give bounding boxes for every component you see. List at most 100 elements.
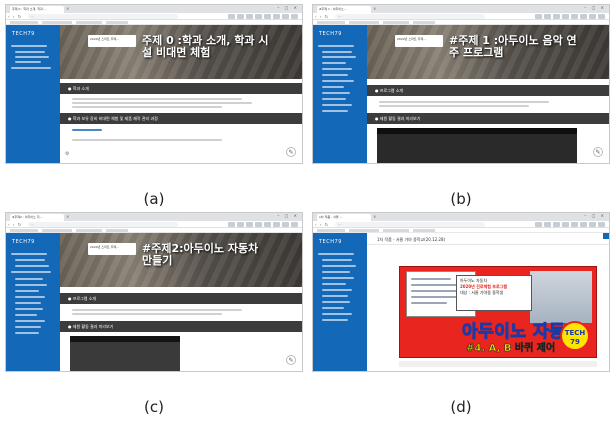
- sidebar-item[interactable]: [11, 45, 47, 47]
- screenshot-panel-b: #주제 1 : 아두이노... × – ▢ × ‹ › ↻ ... TECH79…: [312, 4, 610, 164]
- sidebar-item[interactable]: [15, 326, 41, 328]
- site-logo[interactable]: TECH79: [12, 31, 35, 37]
- close-icon[interactable]: ×: [373, 214, 376, 219]
- hero-subtitle: 2020년 스마트 주제...: [88, 35, 136, 47]
- extension-icons[interactable]: [228, 14, 298, 19]
- window-controls-icon[interactable]: – ▢ ×: [584, 5, 606, 10]
- window-controls-icon[interactable]: – ▢ ×: [277, 213, 299, 218]
- sidebar-item[interactable]: [15, 314, 37, 316]
- thumbnail-subtitle: #4. A, B 바퀴 제어: [466, 343, 556, 355]
- sidebar-item[interactable]: [15, 259, 45, 261]
- sidebar-item[interactable]: [15, 284, 47, 286]
- screenshot-panel-a: 주제 0 : 학과 소개, 학과... × – ▢ × ‹ › ↻ ... TE…: [5, 4, 303, 164]
- sidebar-item[interactable]: [15, 290, 39, 292]
- video-player[interactable]: [377, 128, 577, 163]
- tab-bar: #주제 1 : 아두이노... × – ▢ ×: [313, 5, 609, 13]
- sidebar-item[interactable]: [322, 92, 350, 94]
- sidebar-item[interactable]: [322, 259, 352, 261]
- section-header: ● 제원 활동 결과 미리보기: [60, 321, 302, 332]
- video-player[interactable]: [70, 336, 180, 371]
- sidebar-item[interactable]: [322, 271, 350, 273]
- sidebar-item[interactable]: [15, 302, 41, 304]
- nav-arrows-icon[interactable]: ‹ › ↻: [315, 14, 329, 19]
- sidebar-item[interactable]: [322, 301, 350, 303]
- window-controls-icon[interactable]: – ▢ ×: [584, 213, 606, 218]
- window-controls-icon[interactable]: – ▢ ×: [277, 5, 299, 10]
- site-logo[interactable]: TECH79: [319, 31, 342, 37]
- edit-pencil-icon[interactable]: ✎: [286, 355, 296, 365]
- edit-pencil-icon[interactable]: ✎: [286, 147, 296, 157]
- section-header: ● 프로그램 소개: [367, 85, 609, 96]
- program-info-card: 아두이노 자동차 2020년 진로체험 프로그램 대상 : 서울 가야중 중학생: [456, 275, 532, 311]
- sidebar-item[interactable]: [15, 296, 45, 298]
- sidebar-item[interactable]: [322, 283, 346, 285]
- extension-icons[interactable]: [535, 14, 605, 19]
- sidebar-item[interactable]: [322, 110, 348, 112]
- nav-arrows-icon[interactable]: ‹ › ↻: [8, 14, 22, 19]
- menu-icon[interactable]: [603, 233, 609, 239]
- sidebar-item[interactable]: [322, 56, 356, 58]
- url-field[interactable]: ...: [28, 222, 178, 227]
- browser-tab[interactable]: #주제 1 : 아두이노...: [317, 6, 371, 13]
- browser-tab[interactable]: 주제 0 : 학과 소개, 학과...: [10, 6, 64, 13]
- sidebar-item[interactable]: [15, 51, 45, 53]
- main-content: 2020년 스마트 주제... 주제 0 :학과 소개, 학과 시설 비대면 체…: [60, 25, 302, 163]
- browser-tab[interactable]: 1차 작품 - 서울 ...: [317, 214, 371, 221]
- close-icon[interactable]: ×: [66, 6, 69, 11]
- video-thumbnail[interactable]: 아두이노 자동차 2020년 진로체험 프로그램 대상 : 서울 가야중 중학생…: [399, 266, 597, 358]
- url-field[interactable]: ...: [335, 14, 485, 19]
- hero-subtitle: 2020년 스마트 주제...: [395, 35, 443, 47]
- settings-icon[interactable]: ⚙: [65, 151, 69, 157]
- sidebar-item[interactable]: [322, 289, 352, 291]
- close-icon[interactable]: ×: [373, 6, 376, 11]
- sidebar-item[interactable]: [11, 253, 47, 255]
- site-logo[interactable]: TECH79: [319, 239, 342, 245]
- tab-bar: 1차 작품 - 서울 ... × – ▢ ×: [313, 213, 609, 221]
- address-bar: ‹ › ↻ ...: [6, 13, 302, 20]
- sidebar-item[interactable]: [15, 265, 49, 267]
- sidebar-item[interactable]: [322, 313, 352, 315]
- main-content: 1차 작품 - 서울 가야 중학교(20.12.28) 아두이노 자동차 202…: [367, 233, 609, 371]
- main-content: 2020년 스마트 주제... #주제2:아두이노 자동차 만들기 ● 프로그램…: [60, 233, 302, 371]
- link[interactable]: [72, 129, 102, 131]
- url-field[interactable]: ...: [28, 14, 178, 19]
- sidebar-item[interactable]: [322, 62, 346, 64]
- sidebar-item[interactable]: [322, 265, 356, 267]
- browser-tab[interactable]: #주제2 : 아두이노 자...: [10, 214, 64, 221]
- sidebar-item[interactable]: [322, 68, 352, 70]
- sidebar-item[interactable]: [15, 278, 43, 280]
- sidebar-item[interactable]: [322, 74, 348, 76]
- sidebar-item[interactable]: [322, 80, 354, 82]
- site-logo[interactable]: TECH79: [12, 239, 35, 245]
- sidebar-item[interactable]: [322, 295, 348, 297]
- sidebar-item[interactable]: [322, 307, 344, 309]
- edit-pencil-icon[interactable]: ✎: [593, 147, 603, 157]
- nav-arrows-icon[interactable]: ‹ › ↻: [315, 222, 329, 227]
- sidebar-item[interactable]: [318, 253, 354, 255]
- hero-banner: 2020년 스마트 주제... #주제 1 :아두이노 음악 연주 프로그램: [367, 25, 609, 79]
- hero-banner: 2020년 스마트 주제... 주제 0 :학과 소개, 학과 시설 비대면 체…: [60, 25, 302, 79]
- section-header: ● 프로그램 소개: [60, 293, 302, 304]
- sidebar-item[interactable]: [322, 104, 352, 106]
- sidebar-item[interactable]: [15, 61, 41, 63]
- sidebar-item[interactable]: [322, 86, 344, 88]
- sidebar-item[interactable]: [11, 271, 51, 273]
- sidebar-item[interactable]: [15, 308, 43, 310]
- sidebar-item[interactable]: [15, 56, 49, 58]
- url-field[interactable]: ...: [335, 222, 485, 227]
- extension-icons[interactable]: [535, 222, 605, 227]
- address-bar: ‹ › ↻ ...: [313, 13, 609, 20]
- extension-icons[interactable]: [228, 222, 298, 227]
- sidebar-item[interactable]: [15, 320, 45, 322]
- sidebar-item[interactable]: [322, 51, 352, 53]
- sidebar-item[interactable]: [318, 45, 354, 47]
- video-controls[interactable]: [399, 361, 597, 367]
- sidebar-item[interactable]: [322, 319, 348, 321]
- nav-arrows-icon[interactable]: ‹ › ↻: [8, 222, 22, 227]
- sidebar: TECH79: [6, 25, 60, 163]
- sidebar-item[interactable]: [11, 67, 51, 69]
- sidebar-item[interactable]: [322, 98, 346, 100]
- sidebar-item[interactable]: [15, 332, 39, 334]
- sidebar-item[interactable]: [322, 277, 354, 279]
- close-icon[interactable]: ×: [66, 214, 69, 219]
